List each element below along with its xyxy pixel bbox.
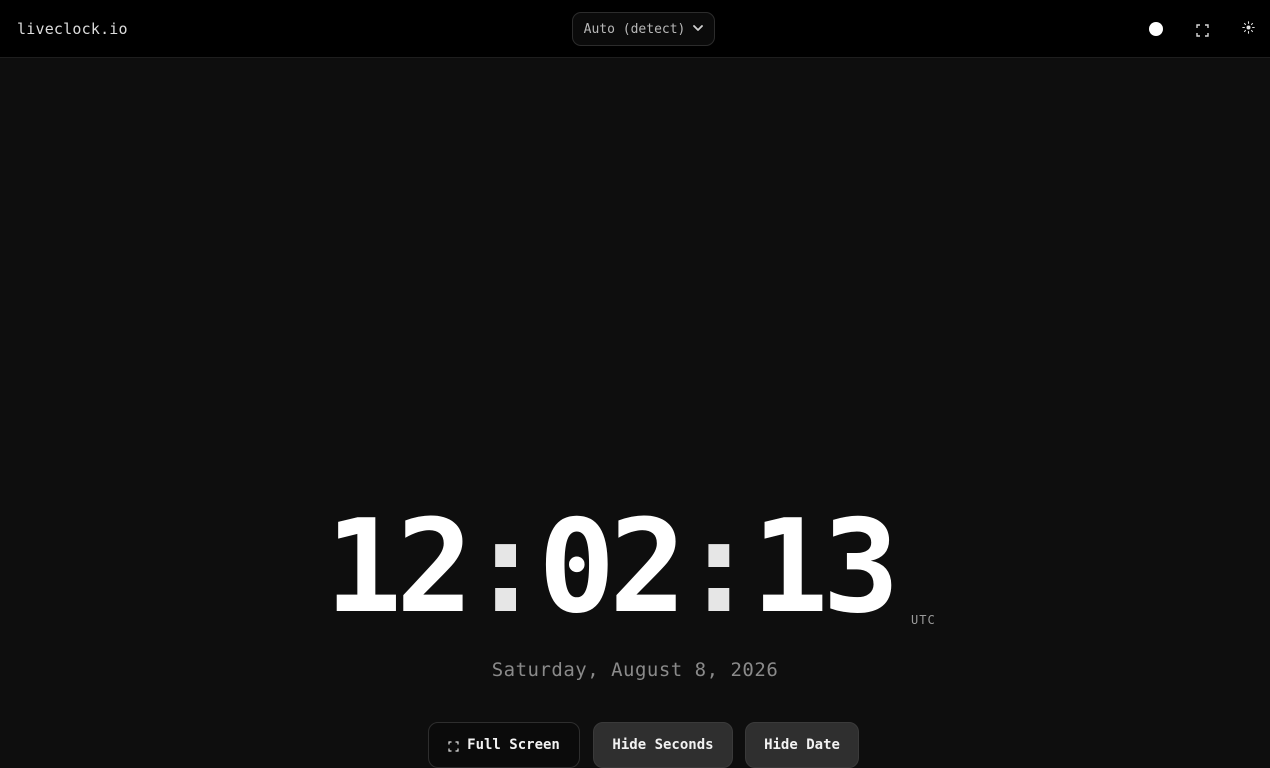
timezone-select[interactable]: Auto (detect) xyxy=(572,12,715,46)
full-screen-button[interactable]: Full Screen xyxy=(428,722,580,768)
fullscreen-icon xyxy=(448,740,459,752)
hide-seconds-button[interactable]: Hide Seconds xyxy=(593,722,733,768)
clock-separator: : xyxy=(680,493,757,642)
dot-icon[interactable] xyxy=(1149,22,1163,36)
clock-seconds: 13 xyxy=(751,493,899,642)
top-bar: liveclock.io Auto (detect) xyxy=(0,0,1270,58)
clock-minutes: 02 xyxy=(538,493,686,642)
date-display: Saturday, August 8, 2026 xyxy=(491,659,779,681)
fullscreen-icon[interactable] xyxy=(1196,22,1209,37)
clock-hours: 12 xyxy=(325,493,473,642)
sun-icon[interactable] xyxy=(1242,21,1255,35)
timezone-select-value: Auto (detect) xyxy=(583,21,686,37)
hide-date-label: Hide Date xyxy=(764,737,840,753)
timezone-label: UTC xyxy=(911,613,936,627)
hide-seconds-label: Hide Seconds xyxy=(612,737,714,753)
full-screen-label: Full Screen xyxy=(467,737,560,753)
hide-date-button[interactable]: Hide Date xyxy=(745,722,859,768)
clock-display: 12 : 02 : 13 xyxy=(325,498,905,638)
chevron-down-icon xyxy=(693,22,704,35)
brand-logo[interactable]: liveclock.io xyxy=(17,20,128,38)
clock-separator: : xyxy=(467,493,544,642)
